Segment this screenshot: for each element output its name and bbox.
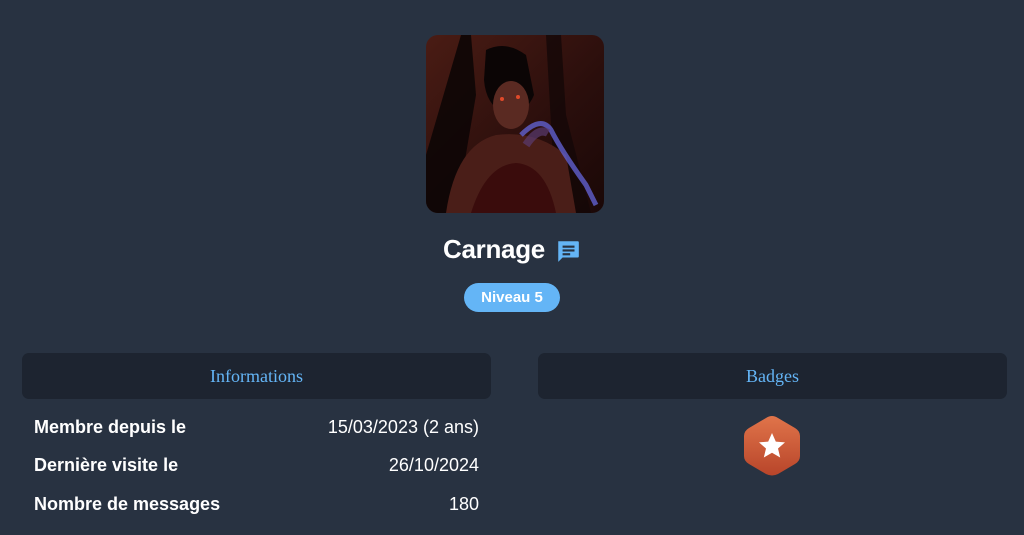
info-value: 26/10/2024: [388, 454, 479, 475]
info-label: Nombre de messages: [34, 493, 221, 514]
level-badge: Niveau 5: [464, 283, 560, 312]
badges-header: Badges: [538, 353, 1007, 399]
info-value: 15/03/2023 (2 ans): [327, 416, 479, 437]
info-row-last-visit: Dernière visite le 26/10/2024: [34, 450, 479, 480]
user-avatar: [426, 35, 604, 213]
informations-header: Informations: [22, 353, 491, 399]
chat-message-icon[interactable]: [555, 238, 581, 264]
info-row-member-since: Membre depuis le 15/03/2023 (2 ans): [34, 412, 479, 442]
info-row-message-count: Nombre de messages 180: [34, 489, 479, 519]
avatar-image: [426, 35, 604, 213]
info-value: 180: [448, 493, 479, 514]
star-hexagon-badge-icon[interactable]: [742, 414, 802, 478]
level-container: Niveau 5: [0, 283, 1024, 312]
profile-name-row: Carnage: [0, 234, 1024, 265]
info-label: Membre depuis le: [34, 416, 187, 437]
info-label: Dernière visite le: [34, 454, 179, 475]
username: Carnage: [443, 234, 545, 264]
